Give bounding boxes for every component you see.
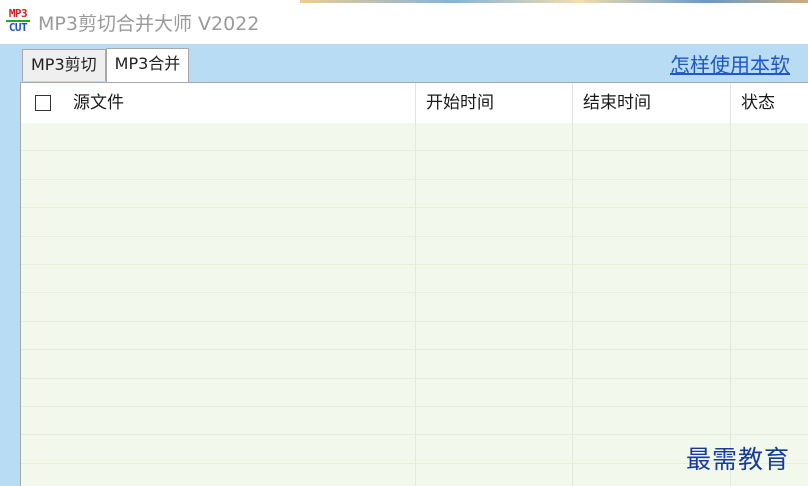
- table-cell: [416, 208, 573, 236]
- watermark-text: 最需教育: [686, 445, 791, 474]
- table-cell: [731, 293, 808, 320]
- table-cell: [573, 350, 731, 378]
- table-cell: [416, 236, 573, 264]
- table-cell: [416, 378, 573, 406]
- table-row: [21, 321, 808, 351]
- table-cell: [731, 322, 808, 349]
- table-cell: [21, 179, 416, 208]
- table-cell: [416, 406, 573, 435]
- table-cell: [21, 236, 416, 264]
- table-cell: [573, 151, 731, 179]
- table-body[interactable]: [21, 123, 808, 486]
- column-label-source-file: 源文件: [73, 93, 124, 113]
- title-bar-background-strip: [300, 0, 808, 3]
- table-cell: [731, 379, 808, 406]
- app-logo-icon: MP3 CUT: [4, 8, 32, 34]
- table-row: [21, 350, 808, 379]
- table-cell: [731, 123, 808, 150]
- table-cell: [21, 293, 416, 321]
- table-cell: [573, 123, 731, 151]
- table-row: [21, 123, 808, 152]
- table-cell: [573, 293, 731, 321]
- table-cell: [21, 123, 416, 151]
- column-header-start-time[interactable]: 开始时间: [416, 83, 573, 123]
- table-cell: [21, 151, 416, 179]
- table-cell: [21, 321, 416, 350]
- table-cell: [416, 463, 573, 486]
- table-cell: [416, 321, 573, 350]
- table-cell: [731, 265, 808, 292]
- table-cell: [573, 208, 731, 236]
- table-cell: [731, 350, 808, 377]
- tab-mp3-cut[interactable]: MP3剪切: [22, 49, 106, 81]
- table-cell: [573, 378, 731, 406]
- table-row: [21, 378, 808, 407]
- tab-mp3-merge[interactable]: MP3合并: [105, 48, 190, 82]
- table-cell: [416, 435, 573, 463]
- app-logo-top: MP3: [8, 7, 28, 20]
- table-cell: [416, 350, 573, 378]
- table-row: [21, 406, 808, 436]
- table-cell: [573, 264, 731, 293]
- table-cell: [731, 180, 808, 207]
- table-cell: [416, 123, 573, 151]
- table-cell: [21, 463, 416, 486]
- column-header-end-time[interactable]: 结束时间: [573, 83, 731, 123]
- table-cell: [21, 406, 416, 435]
- table-row: [21, 236, 808, 265]
- table-cell: [416, 151, 573, 179]
- table-cell: [416, 264, 573, 293]
- app-logo-bottom: CUT: [8, 21, 28, 34]
- table-row: [21, 208, 808, 237]
- table-cell: [21, 264, 416, 293]
- table-cell: [731, 151, 808, 178]
- table-cell: [416, 179, 573, 208]
- table-cell: [731, 237, 808, 264]
- column-header-source-file: 源文件: [21, 83, 416, 123]
- table-cell: [21, 378, 416, 406]
- table-cell: [573, 179, 731, 208]
- table-row: [21, 293, 808, 322]
- table-row: [21, 179, 808, 209]
- table-cell: [21, 208, 416, 236]
- table-cell: [21, 435, 416, 463]
- help-link[interactable]: 怎样使用本软: [670, 49, 790, 78]
- table-cell: [573, 321, 731, 350]
- title-bar: MP3 CUT MP3剪切合并大师 V2022: [0, 0, 808, 44]
- column-header-status[interactable]: 状态: [731, 83, 808, 123]
- table-header: 源文件 开始时间 结束时间 状态: [21, 83, 808, 123]
- window-title: MP3剪切合并大师 V2022: [38, 13, 260, 35]
- file-list-panel: 源文件 开始时间 结束时间 状态: [20, 82, 808, 486]
- select-all-checkbox[interactable]: [35, 95, 51, 111]
- table-cell: [21, 350, 416, 378]
- table-cell: [573, 406, 731, 435]
- table-row: [21, 151, 808, 180]
- table-cell: [573, 236, 731, 264]
- table-row: [21, 264, 808, 294]
- table-cell: [416, 293, 573, 321]
- table-cell: [731, 208, 808, 235]
- tab-bar: MP3剪切 MP3合并: [22, 47, 190, 82]
- table-cell: [731, 407, 808, 434]
